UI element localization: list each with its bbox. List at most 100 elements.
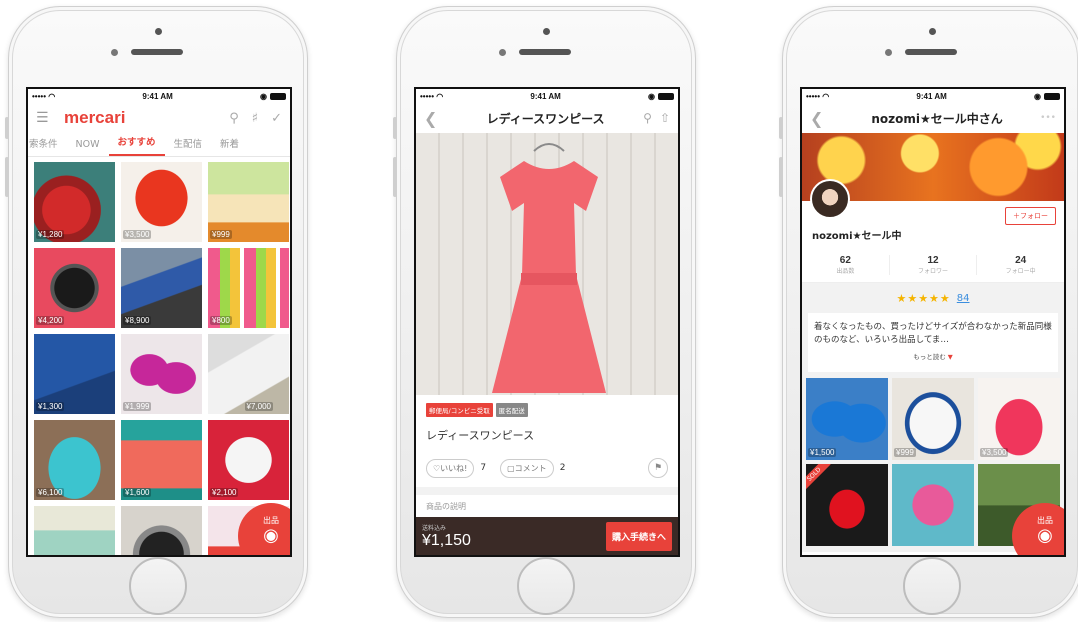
item-cell[interactable]: ¥8,900 xyxy=(121,248,202,328)
item-price: ¥800 xyxy=(210,316,232,325)
item-price: ¥999 xyxy=(894,448,916,457)
chevron-down-icon: ▼ xyxy=(947,353,953,361)
item-price: ¥3,500 xyxy=(980,448,1009,457)
tab-live[interactable]: 生配信 xyxy=(165,136,212,156)
status-bar: ••••• ◠ 9:41 AM ◉ xyxy=(802,89,1064,103)
mute-switch xyxy=(5,117,9,139)
like-count: 7 xyxy=(480,463,487,473)
front-camera xyxy=(155,28,162,35)
menu-icon[interactable]: ☰ xyxy=(36,110,58,126)
dress-illustration xyxy=(492,143,606,393)
sensor xyxy=(499,49,506,56)
home-button xyxy=(129,557,187,615)
like-button[interactable]: ♡いいね! xyxy=(426,458,475,478)
comment-count: 2 xyxy=(559,463,566,473)
check-icon[interactable]: ✓ xyxy=(271,111,282,126)
share-icon[interactable]: ⇧ xyxy=(660,111,670,125)
item-cell[interactable] xyxy=(34,506,115,555)
status-bar: ••••• ◠ 9:41 AM ◉ xyxy=(416,89,678,103)
shipping-badge: 郵便局/コンビニ受取 xyxy=(426,403,493,417)
product-image[interactable] xyxy=(416,133,678,395)
speaker xyxy=(905,49,957,55)
item-cell[interactable]: ¥1,500 xyxy=(806,378,888,460)
item-cell[interactable] xyxy=(892,464,974,546)
item-price: ¥1,600 xyxy=(123,488,152,497)
back-icon[interactable]: ❮ xyxy=(810,109,834,128)
username: nozomi★セール中 xyxy=(812,231,902,242)
battery-indicator: ◉ xyxy=(260,92,286,101)
item-price: ¥1,999 xyxy=(123,402,152,411)
item-cell[interactable]: SOLD xyxy=(806,464,888,546)
item-cell[interactable]: ¥1,999 xyxy=(121,334,202,414)
stat-listings[interactable]: 62 出品数 xyxy=(802,254,890,275)
item-cell[interactable]: ¥3,500 xyxy=(121,162,202,242)
follow-button[interactable]: ＋フォロー xyxy=(1005,207,1056,225)
back-icon[interactable]: ❮ xyxy=(424,109,448,128)
rating-count-link[interactable]: 84 xyxy=(957,293,970,304)
nav-bar: ❮ nozomi★セール中さん ••• xyxy=(802,103,1064,133)
tab-search-conditions[interactable]: 索条件 xyxy=(28,136,67,156)
item-cell[interactable]: ¥4,200 xyxy=(34,248,115,328)
read-more-link[interactable]: もっと読む ▼ xyxy=(814,347,1052,368)
comment-button[interactable]: ▢コメント xyxy=(500,458,554,478)
search-icon[interactable]: ⚲ xyxy=(229,111,239,126)
volume-up-button xyxy=(393,157,397,197)
logo: mercari xyxy=(64,108,126,127)
phone-home: ••••• ◠ 9:41 AM ◉ ☰ mercari ⚲ ♯ ✓ 索条件 NO… xyxy=(5,6,308,618)
sell-label: 出品 xyxy=(263,516,279,525)
item-cell[interactable]: ¥2,100 xyxy=(208,420,289,500)
item-cell[interactable]: ¥800 xyxy=(208,248,289,328)
item-name: レディースワンピース xyxy=(426,429,535,442)
item-cell[interactable]: ¥7,000 xyxy=(208,334,289,414)
item-cell[interactable] xyxy=(121,506,202,555)
item-cell[interactable]: ¥3,500 xyxy=(978,378,1060,460)
item-cell[interactable]: ¥1,280 xyxy=(34,162,115,242)
stat-following[interactable]: 24 フォロー中 xyxy=(977,255,1064,275)
page-title: レディースワンピース xyxy=(486,111,605,126)
clock: 9:41 AM xyxy=(916,91,947,101)
tab-recommended[interactable]: おすすめ xyxy=(108,134,165,156)
anonymous-badge: 匿名配送 xyxy=(495,403,528,417)
screen: ••••• ◠ 9:41 AM ◉ ❮ nozomi★セール中さん ••• ＋フ… xyxy=(800,87,1066,557)
status-bar: ••••• ◠ 9:41 AM ◉ xyxy=(28,89,290,103)
item-price: ¥6,100 xyxy=(36,488,65,497)
social-actions: ♡いいね! 7 ▢コメント 2 ⚑ xyxy=(416,443,678,478)
item-cell[interactable]: ¥999 xyxy=(892,378,974,460)
bell-icon[interactable]: ♯ xyxy=(252,111,258,126)
screen: ••••• ◠ 9:41 AM ◉ ❮ レディースワンピース ⚲ ⇧ 郵便局/コ… xyxy=(414,87,680,557)
search-icon[interactable]: ⚲ xyxy=(643,111,652,125)
nav-bar: ❮ レディースワンピース ⚲ ⇧ xyxy=(416,103,678,133)
battery-indicator: ◉ xyxy=(648,92,674,101)
item-price: ¥8,900 xyxy=(123,316,152,325)
category-tabs: 索条件 NOW おすすめ 生配信 新着 xyxy=(28,133,290,157)
buy-button[interactable]: 購入手続きへ xyxy=(605,521,672,551)
star-icon: ★★★★★ xyxy=(896,291,951,305)
item-grid: ¥1,280 ¥3,500 ¥999 ¥4,200 ¥8,900 ¥800 ¥1… xyxy=(28,157,290,555)
tab-now[interactable]: NOW xyxy=(67,139,109,156)
signal-indicator: ••••• ◠ xyxy=(32,91,56,101)
phone-profile: ••••• ◠ 9:41 AM ◉ ❮ nozomi★セール中さん ••• ＋フ… xyxy=(779,6,1078,618)
avatar[interactable] xyxy=(810,179,850,219)
shipping-included-note: 送料込み xyxy=(422,524,447,532)
front-camera xyxy=(929,28,936,35)
item-price: ¥1,500 xyxy=(808,448,837,457)
profile-header: ＋フォロー nozomi★セール中 xyxy=(802,179,1064,247)
sensor xyxy=(885,49,892,56)
mute-switch xyxy=(779,117,783,139)
item-price: ¥2,100 xyxy=(210,488,239,497)
item-cell[interactable]: ¥999 xyxy=(208,162,289,242)
more-icon[interactable]: ••• xyxy=(1040,113,1056,123)
item-price: ¥999 xyxy=(210,230,232,239)
rating-row: ★★★★★ 84 xyxy=(802,283,1064,313)
clock: 9:41 AM xyxy=(530,91,561,101)
tab-new[interactable]: 新着 xyxy=(211,136,248,156)
sensor xyxy=(111,49,118,56)
sell-label: 出品 xyxy=(1037,516,1053,525)
item-cell[interactable]: ¥1,600 xyxy=(121,420,202,500)
mute-switch xyxy=(393,117,397,139)
item-cell[interactable]: ¥1,300 xyxy=(34,334,115,414)
stat-followers[interactable]: 12 フォロワー xyxy=(890,254,978,275)
flag-icon[interactable]: ⚑ xyxy=(648,458,668,478)
item-cell[interactable]: ¥6,100 xyxy=(34,420,115,500)
signal-indicator: ••••• ◠ xyxy=(420,91,444,101)
